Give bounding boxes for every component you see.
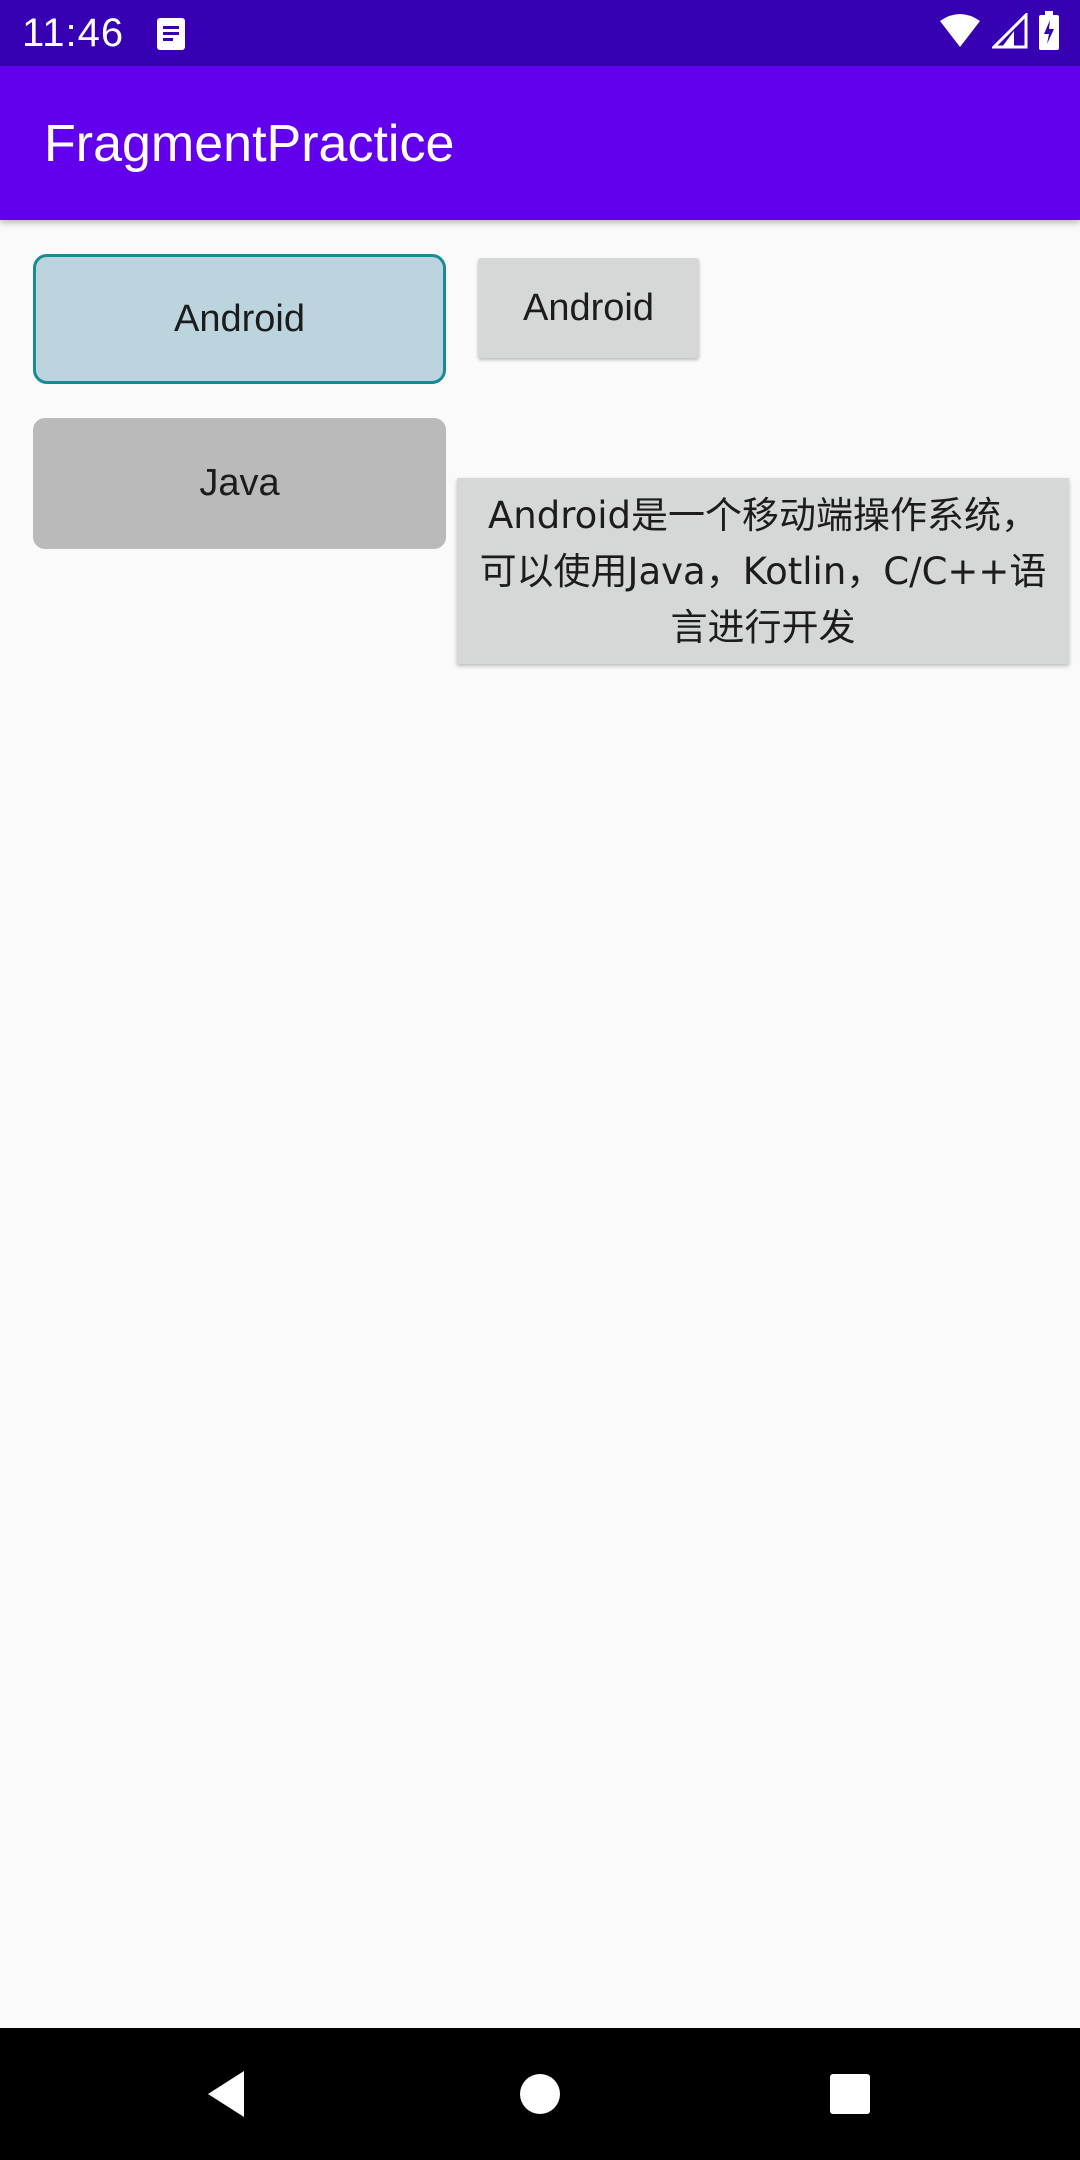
wifi-icon	[938, 13, 982, 54]
screen: 11:46 FragmentPractice Android Java Andr…	[0, 0, 1080, 2160]
battery-charging-icon	[1038, 10, 1060, 56]
recents-square-icon[interactable]	[810, 2058, 890, 2130]
app-title: FragmentPractice	[44, 115, 455, 173]
right-android-button-label: Android	[523, 286, 654, 329]
app-bar: FragmentPractice	[0, 66, 1080, 220]
document-icon	[155, 16, 187, 52]
java-button[interactable]: Java	[33, 418, 446, 549]
right-android-button[interactable]: Android	[478, 258, 699, 358]
left-android-button-label: Android	[174, 297, 305, 340]
back-triangle-icon[interactable]	[186, 2058, 266, 2130]
status-bar: 11:46	[0, 0, 1080, 66]
java-button-label: Java	[199, 462, 280, 504]
status-time: 11:46	[22, 11, 125, 55]
home-circle-icon[interactable]	[500, 2058, 580, 2130]
status-icons	[938, 10, 1060, 56]
signal-icon	[990, 10, 1028, 54]
navigation-bar	[0, 2028, 1080, 2160]
left-android-button[interactable]: Android	[33, 254, 446, 384]
description-text: Android是一个移动端操作系统，可以使用Java，Kotlin，C/C++语…	[457, 478, 1069, 664]
